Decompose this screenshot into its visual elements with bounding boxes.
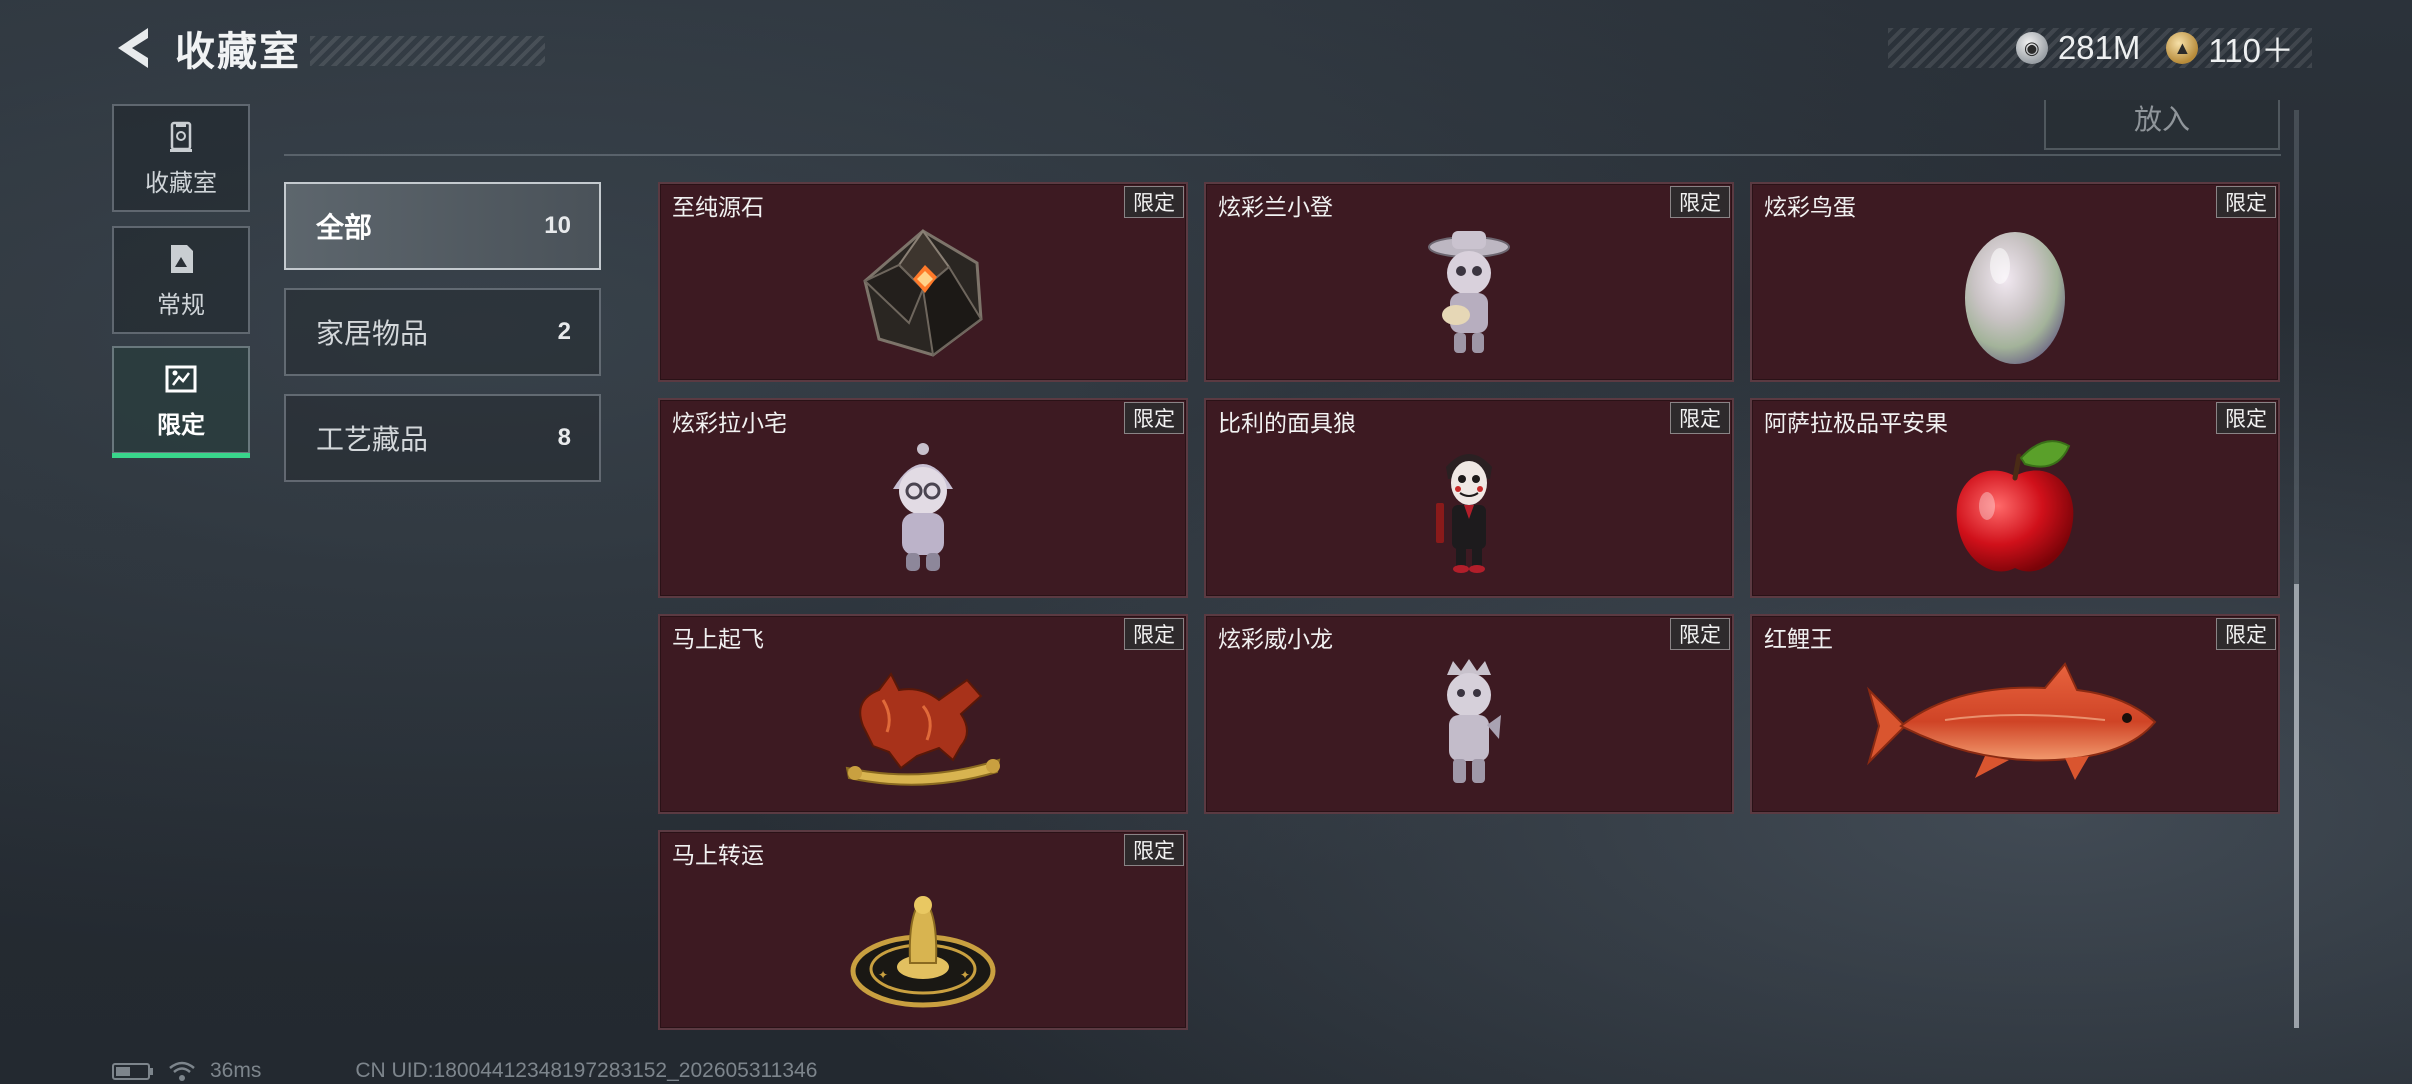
item-card[interactable]: 马上转运 限定 ✦ ✦ [658, 830, 1188, 1030]
document-icon [171, 244, 193, 273]
item-card[interactable]: 马上起飞 限定 [658, 614, 1188, 814]
currency-silver[interactable]: ◉ 281M [2015, 29, 2141, 67]
puppet-icon [1436, 454, 1492, 573]
filter-label: 全部 [316, 212, 373, 243]
divider [284, 154, 2281, 156]
figurine-icon [1447, 659, 1501, 783]
horse-icon [845, 672, 1001, 786]
page-title: 收藏室 [175, 30, 301, 74]
item-card[interactable]: 炫彩鸟蛋 限定 [1750, 182, 2280, 382]
trophy-icon [170, 121, 192, 152]
svg-text:✦: ✦ [960, 968, 970, 982]
filter-home-items[interactable]: 家居物品 2 [284, 288, 601, 376]
uid-text: CN UID:18004412348197283152_202605311346 [355, 1059, 818, 1082]
fish-icon [1867, 662, 2157, 780]
item-art [660, 428, 1186, 590]
wifi-icon [169, 1061, 195, 1081]
item-art [1752, 428, 2278, 590]
put-in-button[interactable]: 放入 [2044, 100, 2280, 150]
status-bar: 36ms CN UID:18004412348197283152_2026053… [112, 1058, 817, 1084]
sidebar-item-regular[interactable]: 常规 [112, 226, 250, 334]
sidebar-item-limited[interactable]: 限定 [112, 346, 250, 458]
sidebar-item-label: 限定 [157, 411, 205, 439]
sidebar-item-collection[interactable]: 收藏室 [112, 104, 250, 212]
crystal-icon [863, 229, 983, 357]
frame-icon [165, 365, 197, 392]
item-card[interactable]: 炫彩拉小宅 限定 [658, 398, 1188, 598]
filter-count: 8 [557, 424, 571, 451]
gold-coin-icon: ▲ [2166, 32, 2199, 64]
currency-silver-value: 281M [2057, 29, 2141, 66]
currency-gold[interactable]: ▲ 110＋ [2166, 24, 2294, 72]
filter-count: 2 [557, 318, 571, 345]
sidebar-item-label: 收藏室 [145, 169, 217, 197]
item-art: ✦ ✦ [660, 860, 1186, 1022]
item-art [1752, 212, 2278, 374]
item-art [1206, 644, 1732, 806]
item-art [1752, 644, 2278, 806]
item-card[interactable]: 炫彩威小龙 限定 [1204, 614, 1734, 814]
egg-icon [1965, 232, 2065, 364]
back-button[interactable] [112, 24, 160, 72]
medallion-icon: ✦ ✦ [850, 896, 996, 1008]
item-card[interactable]: 阿萨拉极品平安果 限定 [1750, 398, 2280, 598]
sidebar-item-label: 常规 [157, 291, 205, 319]
currency-bar: ◉ 281M ▲ 110＋ [1888, 28, 2312, 69]
scrollbar-thumb[interactable] [2294, 584, 2299, 1028]
put-in-label: 放入 [2133, 104, 2190, 135]
apple-icon [1956, 440, 2074, 572]
figurine-icon [1428, 231, 1510, 353]
item-art [1206, 428, 1732, 590]
filter-crafted-collectibles[interactable]: 工艺藏品 8 [284, 394, 601, 482]
item-card[interactable]: 红鲤王 限定 [1750, 614, 2280, 814]
item-card[interactable]: 至纯源石 限定 [658, 182, 1188, 382]
filter-label: 家居物品 [316, 318, 429, 349]
item-card[interactable]: 比利的面具狼 限定 [1204, 398, 1734, 598]
battery-icon [112, 1063, 153, 1080]
cut-off-heading: ▪▪▪▪▪▪▪ [284, 88, 344, 114]
back-arrow-icon [118, 28, 148, 68]
figurine-icon [893, 443, 953, 571]
item-art [660, 644, 1186, 806]
top-bar: 收藏室 ◉ 281M ▲ 110＋ [0, 0, 2412, 100]
item-art [1206, 212, 1732, 374]
item-card[interactable]: 炫彩兰小登 限定 [1204, 182, 1734, 382]
silver-coin-icon: ◉ [2015, 32, 2048, 64]
item-art [660, 212, 1186, 374]
page-title-wrap: 收藏室 [175, 22, 545, 74]
currency-gold-value: 110＋ [2208, 32, 2294, 69]
filter-label: 工艺藏品 [316, 424, 429, 455]
filter-all[interactable]: 全部 10 [284, 182, 601, 270]
title-hatch-decoration [310, 36, 545, 66]
svg-text:✦: ✦ [878, 968, 888, 982]
ping-value: 36ms [210, 1059, 262, 1082]
filter-count: 10 [544, 212, 571, 239]
